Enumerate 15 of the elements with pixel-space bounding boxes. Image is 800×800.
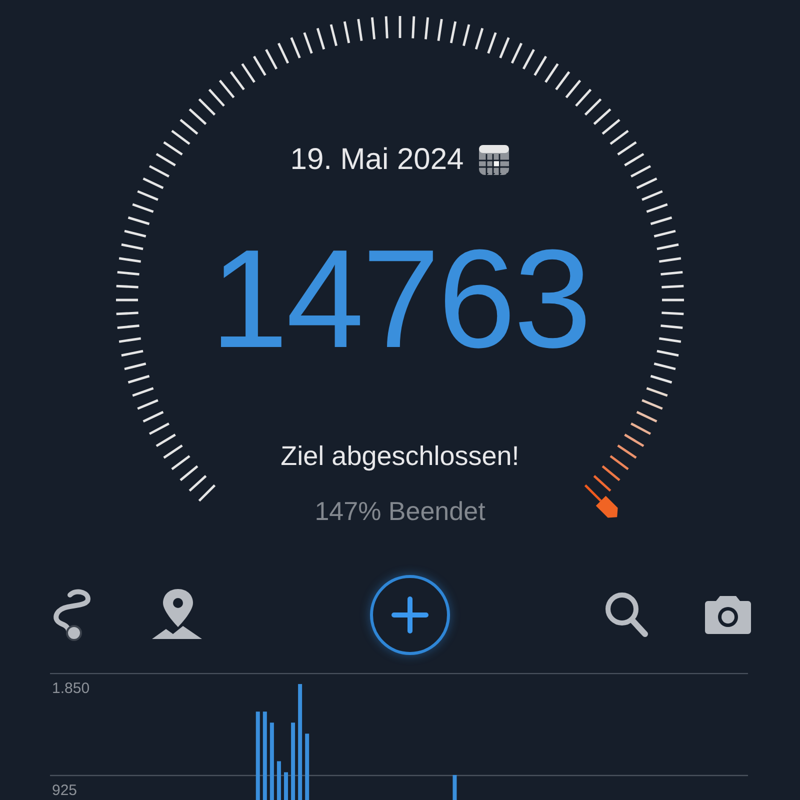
axis-label: 925 <box>52 782 78 799</box>
goal-status: Ziel abgeschlossen! <box>280 441 520 472</box>
completion-percent: 147% Beendet <box>314 496 486 527</box>
date-label: 19. Mai 2024 <box>290 143 464 177</box>
plus-icon <box>390 595 430 635</box>
chart-bar <box>452 775 457 800</box>
add-button[interactable] <box>370 575 450 655</box>
axis-label: 1.850 <box>52 680 90 697</box>
search-icon[interactable] <box>604 591 650 639</box>
step-count: 14763 <box>210 229 590 369</box>
chart-bar <box>284 772 288 800</box>
chart-bar <box>305 734 310 800</box>
chart-bar <box>276 761 281 800</box>
calendar-icon[interactable] <box>478 144 510 176</box>
camera-icon[interactable] <box>704 595 752 635</box>
